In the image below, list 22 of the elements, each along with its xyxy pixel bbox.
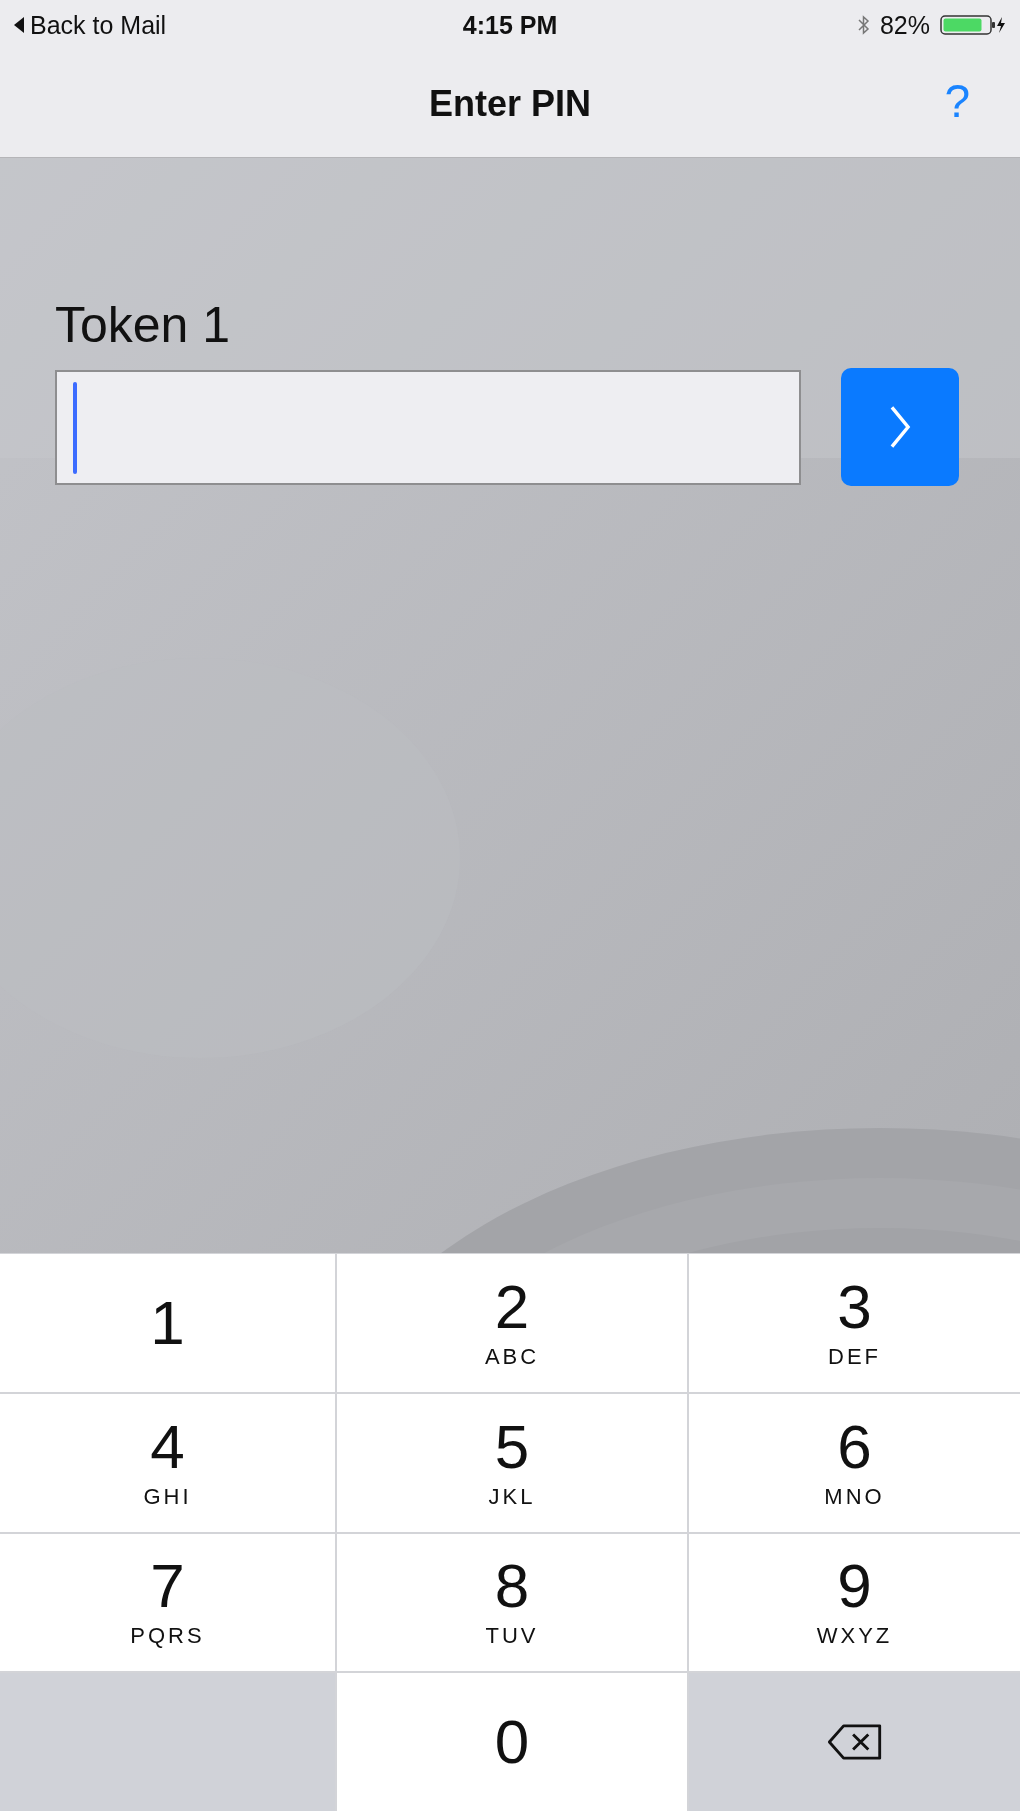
keypad-key[interactable]: 9 WXYZ <box>689 1533 1020 1672</box>
backspace-icon <box>825 1723 884 1762</box>
token-label: Token 1 <box>55 296 231 354</box>
status-time: 4:15 PM <box>461 10 559 40</box>
battery-percent: 82% <box>879 10 930 40</box>
bluetooth-icon <box>857 15 870 35</box>
battery-charging-icon <box>940 15 1006 35</box>
keypad-key[interactable]: 2 ABC <box>337 1254 687 1392</box>
pin-input-field[interactable] <box>55 369 801 485</box>
keypad-key[interactable]: 5 JKL <box>337 1393 687 1532</box>
keypad-key[interactable]: 7 PQRS <box>0 1533 335 1672</box>
keypad-key[interactable]: 0 <box>337 1673 687 1811</box>
keypad-key[interactable]: 6 MNO <box>689 1393 1020 1532</box>
submit-button[interactable] <box>841 368 959 486</box>
chevron-right-icon <box>888 404 912 450</box>
keypad-key[interactable]: 8 TUV <box>337 1533 687 1672</box>
keypad-key[interactable]: 3 DEF <box>689 1254 1020 1392</box>
back-triangle-icon[interactable] <box>14 17 24 33</box>
nav-title: Enter PIN <box>428 82 591 125</box>
back-link[interactable]: Back to Mail <box>30 10 167 40</box>
keypad-key[interactable]: 4 GHI <box>0 1393 335 1532</box>
keypad-key[interactable]: 1 <box>0 1254 335 1392</box>
